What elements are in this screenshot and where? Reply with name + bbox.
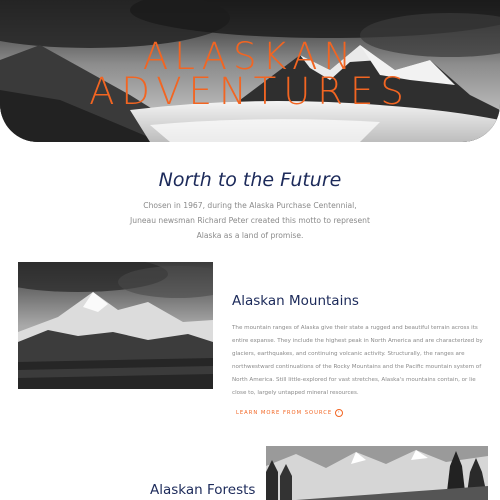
mountains-photo [18,262,213,389]
forests-title: Alaskan Forests [150,482,256,498]
hero-title-line2: ADVENTURES [89,70,411,113]
learn-more-link[interactable]: LEARN MORE FROM SOURCE › [236,409,344,417]
intro-text: Chosen in 1967, during the Alaska Purcha… [130,201,370,240]
learn-more-label: LEARN MORE FROM SOURCE [236,410,333,416]
mountains-title: Alaskan Mountains [232,293,359,309]
arrow-right-circle-icon: › [335,409,344,417]
hero-banner: ALASKAN ADVENTURES [0,0,500,142]
intro-title: North to the Future [158,169,342,191]
mountains-body: The mountain ranges of Alaska give their… [232,325,483,396]
forests-photo [266,446,488,500]
